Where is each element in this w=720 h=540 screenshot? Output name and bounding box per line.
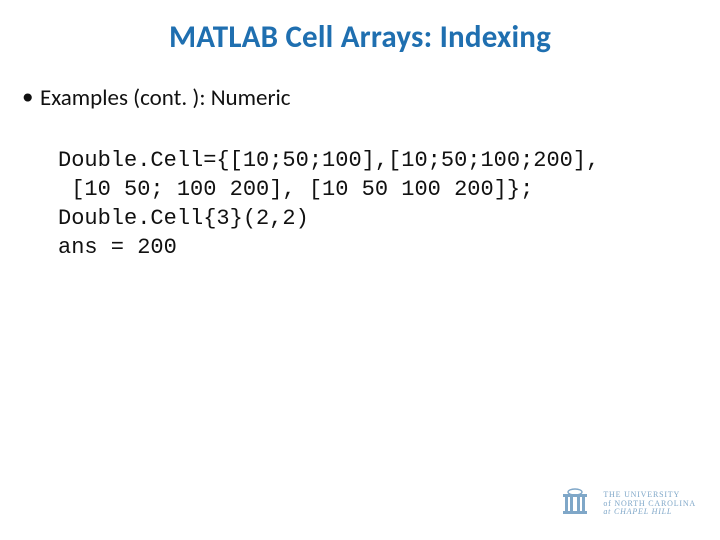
university-name: THE UNIVERSITY of NORTH CAROLINA at CHAP… [603,491,696,516]
university-line3-main: CHAPEL HILL [614,507,672,516]
bullet-item: • Examples (cont. ): Numeric [22,84,698,113]
code-line-3: Double.Cell{3}(2,2) [58,206,309,231]
code-line-4: ans = 200 [58,235,177,260]
university-line3: at CHAPEL HILL [603,508,696,516]
unc-seal-icon [557,486,593,522]
footer-logo-block: THE UNIVERSITY of NORTH CAROLINA at CHAP… [557,486,696,522]
code-line-1: Double.Cell={[10;50;100],[10;50;100;200]… [58,148,599,173]
bullet-marker: • [22,84,40,112]
code-line-2: [10 50; 100 200], [10 50 100 200]}; [58,177,533,202]
university-line3-prefix: at [603,507,614,516]
page-title: MATLAB Cell Arrays: Indexing [22,18,698,56]
bullet-text: Examples (cont. ): Numeric [40,84,290,113]
slide: MATLAB Cell Arrays: Indexing • Examples … [0,0,720,540]
code-block: Double.Cell={[10;50;100],[10;50;100;200]… [58,117,698,262]
